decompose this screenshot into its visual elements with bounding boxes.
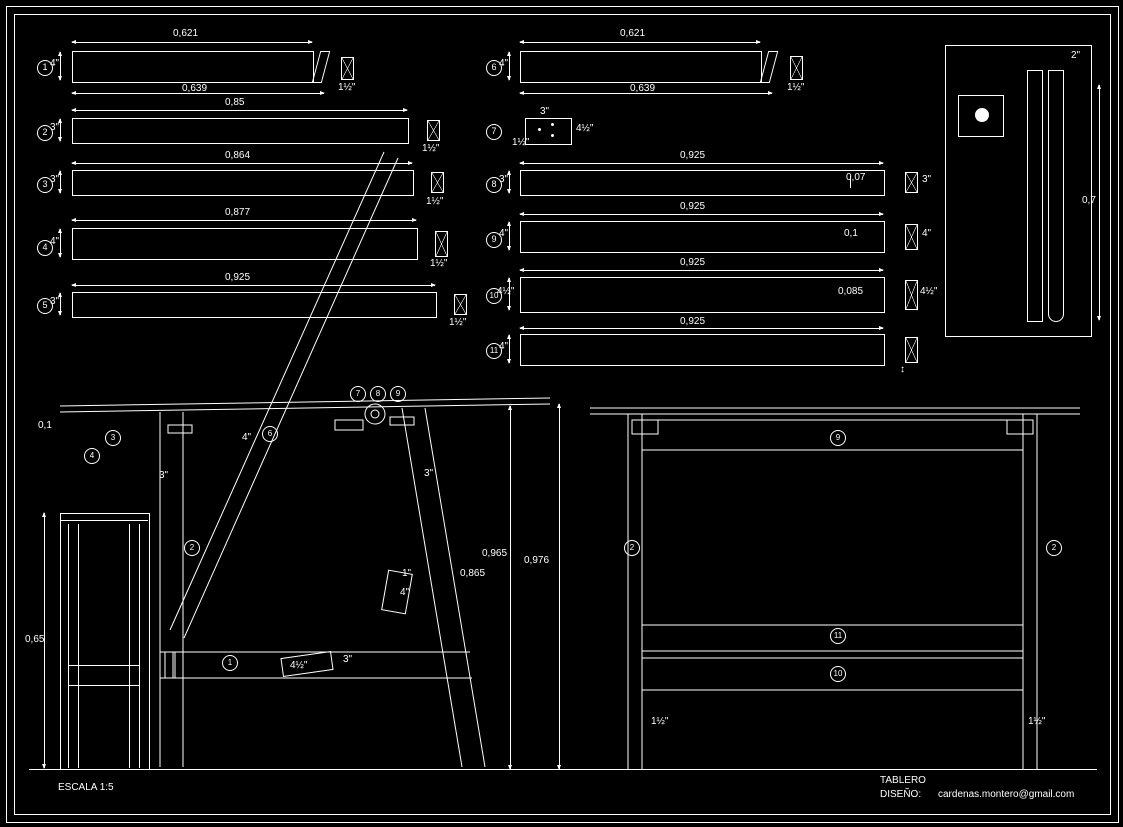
- front-dim-976: [559, 404, 560, 769]
- title-name: TABLERO: [880, 775, 926, 786]
- part-8-sec: 3": [922, 174, 931, 185]
- side-elev-rail2: [68, 685, 140, 686]
- front-co-1: 1: [222, 655, 238, 671]
- detail-inner-1: [1027, 70, 1043, 322]
- elev-co-2l: 2: [624, 540, 640, 556]
- part-1-dim-top: [72, 42, 312, 43]
- part-1-h: 4": [50, 58, 59, 69]
- front-hinge: 1": [402, 568, 411, 579]
- side-elev-leg-r2: [139, 524, 140, 768]
- part-6-len: 0,621: [620, 28, 645, 39]
- side-h: 0,65: [25, 634, 44, 645]
- part-1-sec: 1½": [338, 82, 355, 93]
- side-elev-rail: [68, 665, 140, 666]
- side-elev-leg-r: [129, 524, 130, 768]
- detail-cross: [975, 108, 989, 122]
- front-co-3: 3: [105, 430, 121, 446]
- part-1-dim-h: [60, 52, 61, 80]
- front-co-6: 6: [262, 426, 278, 442]
- front-dim2: 0,865: [460, 568, 485, 579]
- part-6-dim-h: [509, 52, 510, 80]
- front-hinge2: 4": [400, 587, 409, 598]
- front-dim-h: 0,1: [38, 420, 52, 431]
- part-1-extra: 0,639: [182, 83, 207, 94]
- part-11-len: 0,925: [680, 316, 705, 327]
- elev-leg-l: 1½": [651, 716, 668, 727]
- front-brace-w1: 3": [424, 468, 433, 479]
- part-9-sec: 4": [922, 228, 931, 239]
- p7-detail-2: [551, 123, 554, 126]
- part-6-h: 4": [499, 58, 508, 69]
- part-6-rect: [520, 51, 762, 83]
- part-9-section: [905, 224, 918, 250]
- part-6-sec: 1½": [787, 82, 804, 93]
- part-1-section: [341, 57, 354, 80]
- designer: cardenas.montero@gmail.com: [938, 789, 1074, 800]
- part-9-gap: 0,1: [844, 228, 858, 239]
- part-11-sec-arr: ↕: [900, 364, 905, 375]
- side-elev-leg-l: [68, 524, 69, 768]
- part-10-len: 0,925: [680, 257, 705, 268]
- detail-w: 2": [1071, 50, 1080, 61]
- part-1-rect: [72, 51, 314, 83]
- part-6-section: [790, 56, 803, 80]
- front-leg-w: 3": [159, 470, 168, 481]
- part-8-len: 0,925: [680, 150, 705, 161]
- front-brace-h: 4½": [290, 660, 307, 671]
- detail-inner-2: [1048, 70, 1064, 322]
- part-8-section: [905, 172, 918, 193]
- part-1-len: 0,621: [173, 28, 198, 39]
- design-label: DISEÑO:: [880, 789, 921, 800]
- part-10-section: [905, 280, 918, 310]
- part-11-section: [905, 337, 918, 363]
- part-9-len: 0,925: [680, 201, 705, 212]
- part-6-dim-top: [520, 42, 760, 43]
- part-10-gap: 0,085: [838, 286, 863, 297]
- side-elev-leg-l2: [78, 524, 79, 768]
- part-7-w: 3": [540, 106, 549, 117]
- ground-line: [29, 769, 1097, 770]
- front-brace-w2: 3": [343, 654, 352, 665]
- front-rail-h: 4": [242, 432, 251, 443]
- front-co-2: 2: [184, 540, 200, 556]
- front-co-7: 7: [350, 386, 366, 402]
- front-co-9: 9: [390, 386, 406, 402]
- elev-leg-r: 1½": [1028, 716, 1045, 727]
- detail-box: [945, 45, 1092, 337]
- part-6-extra: 0,639: [630, 83, 655, 94]
- part-2-len: 0,85: [225, 97, 244, 108]
- front-dim-965: [510, 406, 511, 769]
- elev-co-10: 10: [830, 666, 846, 682]
- front-co-4: 4: [84, 448, 100, 464]
- part-8-gap: 0,07: [846, 172, 865, 183]
- side-elev-outer: [60, 513, 150, 770]
- elev-co-11: 11: [830, 628, 846, 644]
- detail-dim-h: [1099, 85, 1100, 320]
- part-10-sec: 4½": [920, 286, 937, 297]
- front-co-8: 8: [370, 386, 386, 402]
- elev-co-9: 9: [830, 430, 846, 446]
- part8-notch: [850, 176, 851, 188]
- part-2-dim: [72, 110, 407, 111]
- detail-h: 0,7: [1082, 195, 1096, 206]
- side-elev-top: [60, 520, 148, 521]
- elev-co-2r: 2: [1046, 540, 1062, 556]
- scale-label: ESCALA 1:5: [58, 782, 114, 793]
- front-dim3: 0,976: [524, 555, 549, 566]
- front-dim1: 0,965: [482, 548, 507, 559]
